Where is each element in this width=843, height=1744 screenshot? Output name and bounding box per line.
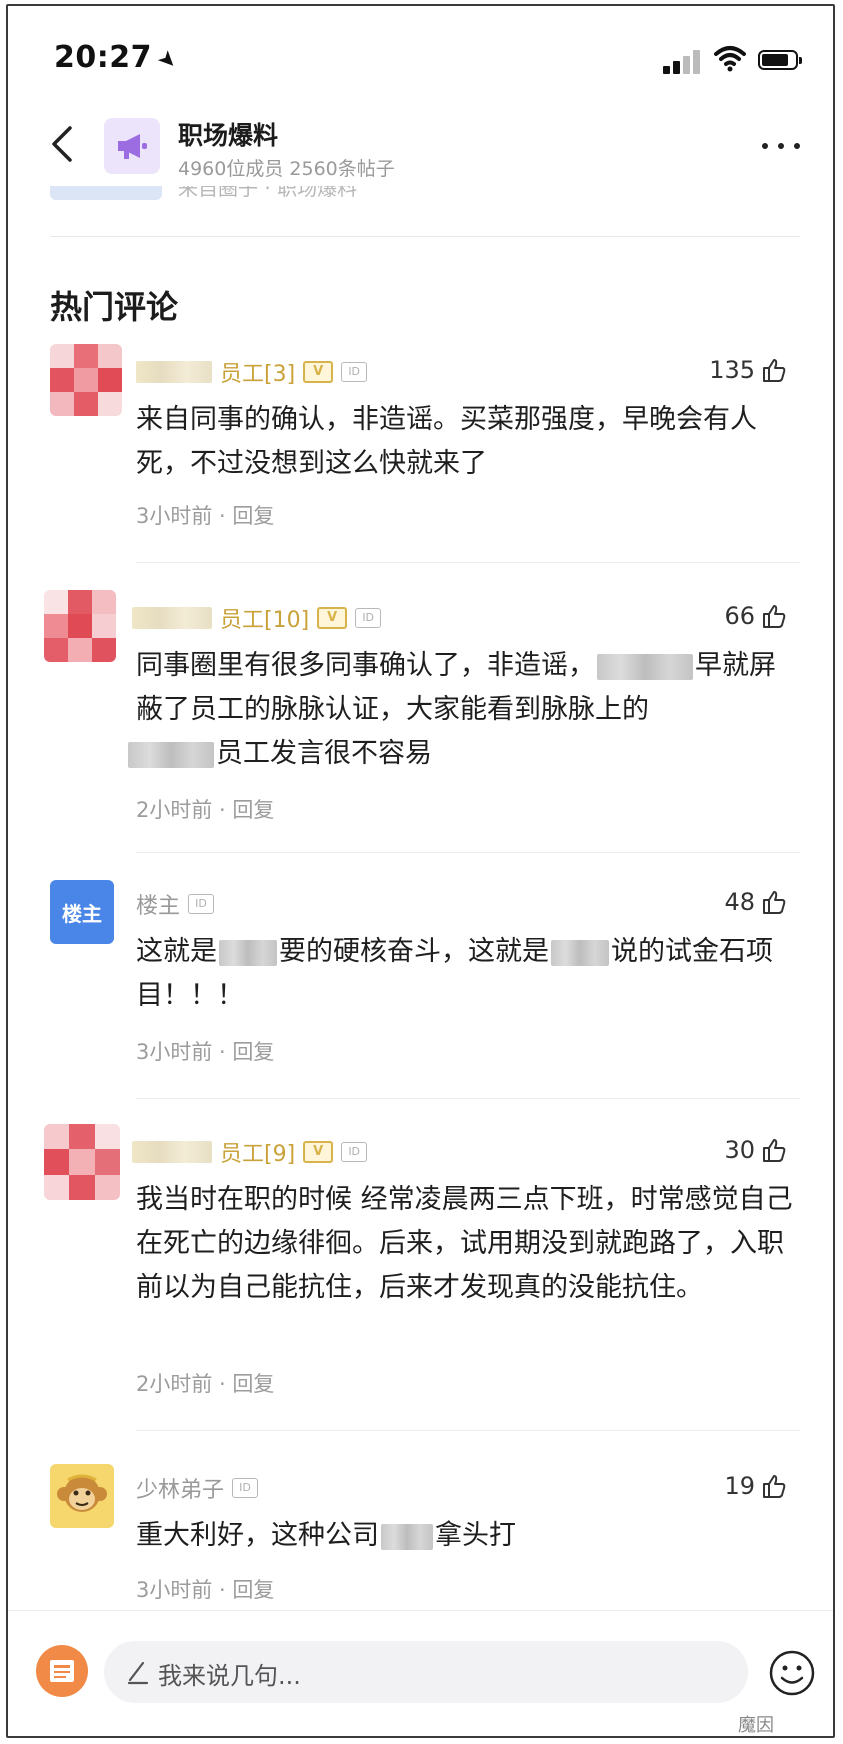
divider: [136, 1098, 800, 1099]
blurred-name: [136, 361, 212, 383]
pencil-icon: [127, 1661, 149, 1685]
megaphone-icon: [118, 134, 147, 159]
comment-text: 我当时在职的时候 经常凌晨两三点下班，时常感觉自己在死亡的边缘徘徊。后来，试用期…: [136, 1184, 793, 1303]
blurred-word: [551, 939, 609, 966]
wifi-icon: [714, 46, 746, 72]
commenter-name[interactable]: 少林弟子: [136, 1472, 224, 1504]
divider: [136, 852, 800, 853]
blurred-word: [219, 939, 277, 966]
status-time: 20:27➤: [54, 40, 184, 77]
like-button[interactable]: 135: [709, 356, 787, 384]
input-placeholder: 我来说几句...: [158, 1662, 301, 1690]
blurred-word: [597, 653, 693, 680]
comment-footer: 3小时前 · 回复: [136, 1040, 275, 1064]
blurred-word: [381, 1523, 433, 1550]
verified-badge-icon: V: [317, 607, 348, 629]
comment-input-bar: 我来说几句... 魔因: [8, 1610, 833, 1736]
thumbs-up-icon: [763, 1475, 786, 1498]
prev-thumbnail: [50, 186, 162, 200]
like-count: 30: [724, 1136, 755, 1164]
cellular-signal-icon: [663, 50, 703, 74]
reply-link[interactable]: 回复: [232, 504, 274, 528]
id-badge-icon: ID: [188, 894, 215, 914]
prev-source-text: 来自圈子 · 职场爆料: [178, 186, 358, 200]
commenter-name[interactable]: 楼主: [136, 888, 180, 920]
reply-link[interactable]: 回复: [232, 1578, 274, 1602]
comment-input[interactable]: 我来说几句...: [104, 1641, 748, 1703]
commenter-name[interactable]: 员工[10]: [220, 602, 309, 634]
like-count: 48: [724, 888, 755, 916]
like-count: 66: [724, 602, 755, 630]
previous-post-remnant: 来自圈子 · 职场爆料: [8, 186, 833, 236]
comment-footer: 2小时前 · 回复: [136, 798, 275, 822]
news-icon[interactable]: [36, 1645, 88, 1697]
more-options-icon[interactable]: [756, 136, 806, 156]
group-stats: 4960位成员 2560条帖子: [178, 158, 395, 180]
id-badge-icon: ID: [232, 1478, 259, 1498]
divider: [50, 236, 800, 237]
phone-frame: 20:27➤ 职场爆料 4960位成员 2560条帖子 来自圈子 · 职场爆料 …: [6, 4, 835, 1738]
comment-text: 同事圈里有很多同事确认了，非造谣， 早就屏蔽了员工的脉脉认证，大家能看到脉脉上的员…: [128, 644, 796, 776]
comment-footer: 3小时前 · 回复: [136, 1578, 275, 1602]
avatar[interactable]: [50, 1464, 114, 1528]
id-badge-icon: ID: [341, 362, 368, 382]
thumbs-up-icon: [763, 359, 786, 382]
id-badge-icon: ID: [341, 1142, 368, 1162]
thumbs-up-icon: [763, 891, 786, 914]
comment-text: 重大利好，这种公司 拿头打: [136, 1520, 516, 1551]
comment-meta: 员工[9] V ID: [132, 1136, 368, 1168]
reply-link[interactable]: 回复: [232, 1372, 274, 1396]
thumbs-up-icon: [763, 1139, 786, 1162]
watermark: 魔因: [738, 1715, 774, 1736]
divider: [136, 1430, 800, 1431]
divider: [136, 562, 800, 563]
thumbs-up-icon: [763, 605, 786, 628]
location-arrow-icon: ➤: [151, 44, 184, 77]
reply-link[interactable]: 回复: [232, 1040, 274, 1064]
comment-meta: 员工[10] V ID: [132, 602, 382, 634]
blurred-name: [132, 1141, 212, 1163]
reply-link[interactable]: 回复: [232, 798, 274, 822]
avatar-op[interactable]: 楼主: [50, 880, 114, 944]
like-button[interactable]: 30: [724, 1136, 787, 1164]
monkey-avatar-icon: [57, 1474, 107, 1512]
emoji-icon[interactable]: [768, 1649, 816, 1697]
comment-footer: 2小时前 · 回复: [136, 1372, 275, 1396]
status-bar: 20:27➤: [8, 6, 833, 106]
battery-icon: [758, 50, 802, 70]
like-button[interactable]: 48: [724, 888, 787, 916]
commenter-name[interactable]: 员工[9]: [220, 1136, 295, 1168]
like-button[interactable]: 66: [724, 602, 787, 630]
blurred-word: [128, 741, 214, 768]
verified-badge-icon: V: [303, 361, 334, 383]
group-avatar[interactable]: [104, 118, 160, 174]
group-title[interactable]: 职场爆料: [178, 116, 278, 152]
comment-footer: 3小时前 · 回复: [136, 504, 275, 528]
comment-meta: 楼主 ID: [136, 888, 215, 920]
comment-meta: 员工[3] V ID: [136, 356, 368, 388]
comment-meta: 少林弟子 ID: [136, 1472, 259, 1504]
group-header: 职场爆料 4960位成员 2560条帖子: [8, 106, 833, 186]
comment-text: 来自同事的确认，非造谣。买菜那强度，早晚会有人死，不过没想到这么快就来了: [136, 404, 757, 479]
blurred-name: [132, 607, 212, 629]
comment-text: 这就是 要的硬核奋斗，这就是 说的试金石项目！！！: [136, 936, 773, 1011]
avatar[interactable]: [50, 344, 122, 416]
commenter-name[interactable]: 员工[3]: [220, 356, 295, 388]
verified-badge-icon: V: [303, 1141, 334, 1163]
hot-comments-title: 热门评论: [50, 288, 179, 326]
avatar[interactable]: [44, 590, 116, 662]
avatar[interactable]: [44, 1124, 120, 1200]
like-button[interactable]: 19: [724, 1472, 787, 1500]
back-arrow-icon[interactable]: [48, 124, 76, 164]
like-count: 135: [709, 356, 755, 384]
like-count: 19: [724, 1472, 755, 1500]
id-badge-icon: ID: [355, 608, 382, 628]
